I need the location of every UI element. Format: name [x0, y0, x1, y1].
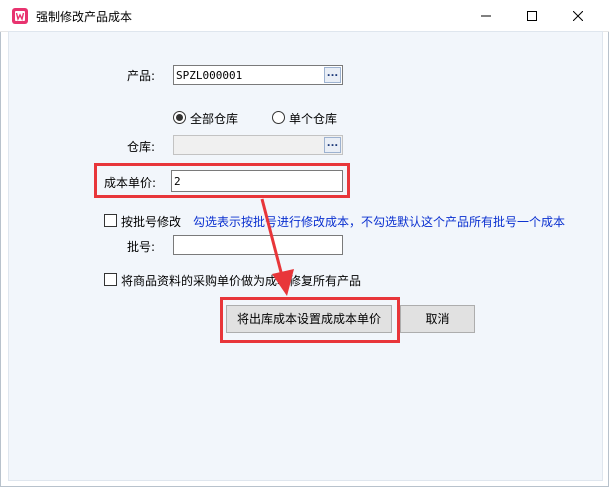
annotation-arrow [260, 198, 294, 296]
